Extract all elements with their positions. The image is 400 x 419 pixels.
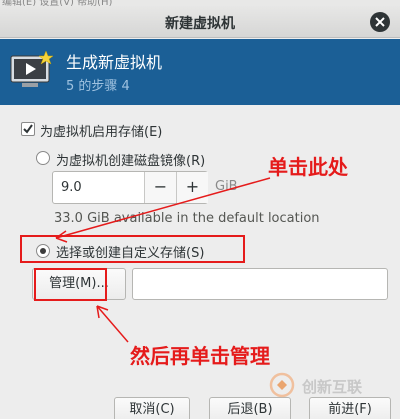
back-button[interactable]: 后退(B): [209, 397, 291, 419]
forward-button[interactable]: 前进(F): [309, 397, 391, 419]
arrow-to-manage-button-icon: [96, 305, 129, 343]
watermark-logo-icon: [269, 372, 295, 398]
watermark: 创新互联: [268, 372, 394, 398]
arrow-to-custom-storage-icon: [55, 177, 271, 243]
annotation-arrows: [55, 177, 271, 343]
cancel-button[interactable]: 取消(C): [114, 397, 190, 419]
watermark-text: 创新互联: [302, 378, 363, 396]
